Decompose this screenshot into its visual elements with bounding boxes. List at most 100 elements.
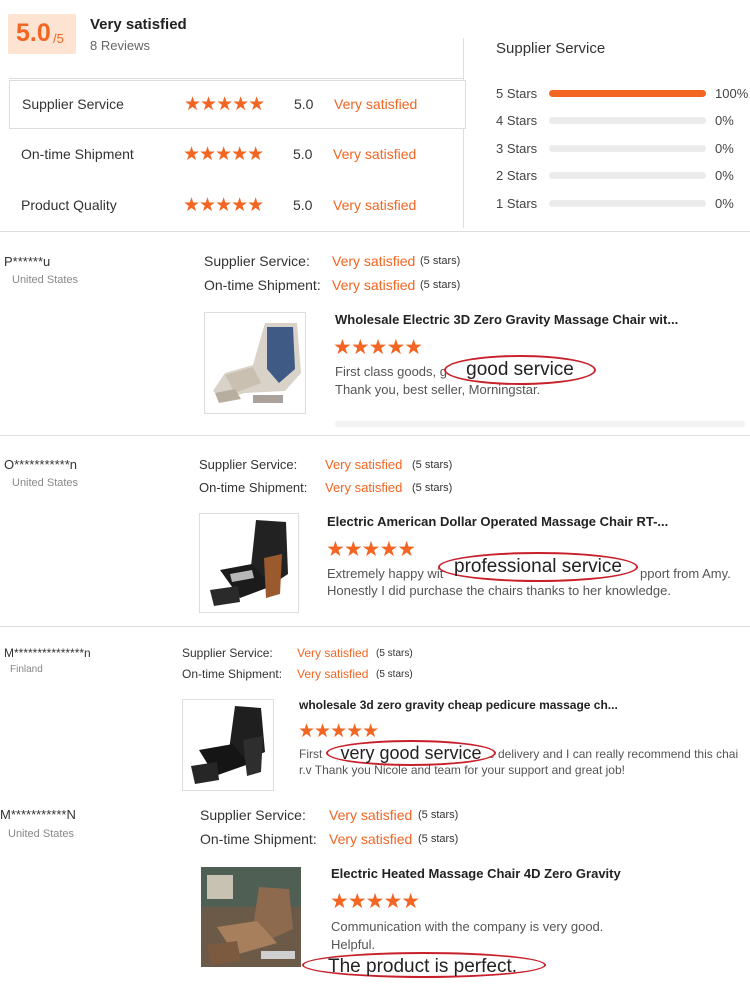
divider — [0, 435, 750, 436]
rating-score: 5.0 — [293, 197, 313, 213]
reviewer-name: M***************n — [4, 646, 91, 660]
reviewer-name: O***********n — [4, 457, 77, 472]
product-image[interactable] — [204, 312, 306, 414]
reviewer-country: United States — [12, 274, 79, 286]
star-icon: ★★★★★ — [326, 537, 416, 561]
distribution-label: 5 Stars — [496, 86, 538, 101]
highlight-annotation: very good service — [326, 740, 496, 766]
rating-label: Supplier Service — [22, 96, 124, 112]
distribution-title: Supplier Service — [496, 40, 606, 57]
shipment-value: Very satisfied — [325, 480, 403, 495]
distribution-label: 2 Stars — [496, 168, 538, 183]
supplier-service-label: Supplier Service: — [204, 253, 310, 269]
rating-score: 5.0 — [293, 146, 313, 162]
shipment-label: On-time Shipment: — [200, 831, 317, 847]
distribution-percent: 0% — [715, 196, 734, 211]
massage-chair-image — [201, 867, 301, 967]
product-title[interactable]: Wholesale Electric 3D Zero Gravity Massa… — [335, 312, 678, 327]
shipment-stars: (5 stars) — [420, 279, 461, 291]
highlight-annotation: The product is perfect. — [302, 952, 546, 978]
reviewer-country: Finland — [10, 664, 43, 675]
star-icon: ★★★★★ — [183, 194, 264, 216]
review-count: 8 Reviews — [90, 38, 150, 53]
distribution-percent: 100% — [715, 86, 749, 101]
supplier-service-label: Supplier Service: — [200, 807, 306, 823]
distribution-bar — [549, 200, 706, 207]
rating-row-on-time-shipment[interactable]: On-time Shipment ★★★★★ 5.0 Very satisfie… — [9, 131, 464, 178]
reviewer-country: United States — [8, 828, 75, 840]
review-text-line1: Communication with the company is very g… — [331, 919, 604, 934]
star-icon: ★★★★★ — [333, 335, 423, 359]
star-icon: ★★★★★ — [330, 889, 420, 913]
shipment-label: On-time Shipment: — [182, 667, 283, 681]
star-icon: ★★★★★ — [298, 720, 379, 742]
shipment-value: Very satisfied — [332, 277, 416, 293]
shipment-stars: (5 stars) — [376, 669, 413, 680]
rating-text: Very satisfied — [334, 96, 418, 112]
distribution-label: 3 Stars — [496, 141, 538, 156]
review-text-line1: First class goods, g — [335, 364, 447, 379]
shipment-value: Very satisfied — [297, 667, 369, 681]
divider — [0, 626, 750, 627]
product-title[interactable]: Electric Heated Massage Chair 4D Zero Gr… — [331, 866, 621, 881]
supplier-service-stars: (5 stars) — [420, 255, 461, 267]
highlight-annotation: professional service — [438, 552, 638, 582]
rating-text: Very satisfied — [333, 146, 417, 162]
review-text-line1-end: pport from Amy. — [640, 566, 731, 581]
shipment-stars: (5 stars) — [412, 482, 453, 494]
product-image[interactable] — [182, 699, 274, 791]
supplier-service-value: Very satisfied — [332, 253, 416, 269]
supplier-service-label: Supplier Service: — [182, 646, 273, 660]
summary-title: Very satisfied — [90, 16, 187, 33]
distribution-bar — [549, 145, 706, 152]
shipment-label: On-time Shipment: — [199, 480, 308, 495]
massage-chair-image — [213, 323, 301, 403]
review-text-line2: Helpful. — [331, 937, 376, 952]
rating-text: Very satisfied — [333, 197, 417, 213]
star-icon: ★★★★★ — [184, 93, 265, 115]
distribution-percent: 0% — [715, 141, 734, 156]
supplier-service-value: Very satisfied — [329, 807, 413, 823]
product-title[interactable]: wholesale 3d zero gravity cheap pedicure… — [299, 698, 618, 712]
rating-label: On-time Shipment — [21, 146, 134, 162]
supplier-service-stars: (5 stars) — [376, 648, 413, 659]
divider — [0, 231, 750, 232]
product-title[interactable]: Electric American Dollar Operated Massag… — [327, 514, 668, 529]
overall-score-max: /5 — [53, 31, 64, 46]
supplier-service-label: Supplier Service: — [199, 457, 298, 472]
highlight-annotation: good service — [444, 355, 596, 385]
review-text-line1: Extremely happy wit — [327, 566, 444, 581]
distribution-row[interactable]: 5 Stars 100% — [496, 85, 750, 103]
shipment-value: Very satisfied — [329, 831, 413, 847]
product-image[interactable] — [199, 513, 299, 613]
reviewer-name: M***********N — [0, 807, 76, 822]
distribution-row[interactable]: 3 Stars 0% — [496, 140, 750, 158]
shipment-label: On-time Shipment: — [204, 277, 321, 293]
distribution-row[interactable]: 1 Stars 0% — [496, 195, 750, 213]
review-text-line2: Honestly I did purchase the chairs thank… — [327, 583, 671, 598]
shipment-stars: (5 stars) — [418, 833, 459, 845]
supplier-service-value: Very satisfied — [297, 646, 369, 660]
reviewer-name: P******u — [4, 254, 51, 269]
distribution-row[interactable]: 2 Stars 0% — [496, 167, 750, 185]
divider — [335, 421, 745, 427]
supplier-service-stars: (5 stars) — [418, 809, 459, 821]
supplier-service-stars: (5 stars) — [412, 459, 453, 471]
massage-chair-image — [191, 706, 265, 784]
reviewer-country: United States — [12, 477, 79, 489]
divider — [9, 128, 464, 129]
rating-label: Product Quality — [21, 197, 117, 213]
rating-row-product-quality[interactable]: Product Quality ★★★★★ 5.0 Very satisfied — [9, 182, 464, 229]
supplier-service-value: Very satisfied — [325, 457, 403, 472]
distribution-bar-fill — [549, 90, 706, 97]
product-image[interactable] — [201, 867, 301, 967]
distribution-bar — [549, 172, 706, 179]
massage-chair-image — [210, 520, 288, 606]
distribution-percent: 0% — [715, 113, 734, 128]
rating-row-supplier-service[interactable]: Supplier Service ★★★★★ 5.0 Very satisfie… — [9, 80, 466, 129]
distribution-percent: 0% — [715, 168, 734, 183]
distribution-row[interactable]: 4 Stars 0% — [496, 112, 750, 130]
distribution-bar — [549, 90, 706, 97]
distribution-label: 4 Stars — [496, 113, 538, 128]
overall-score: 5.0 — [16, 19, 51, 47]
